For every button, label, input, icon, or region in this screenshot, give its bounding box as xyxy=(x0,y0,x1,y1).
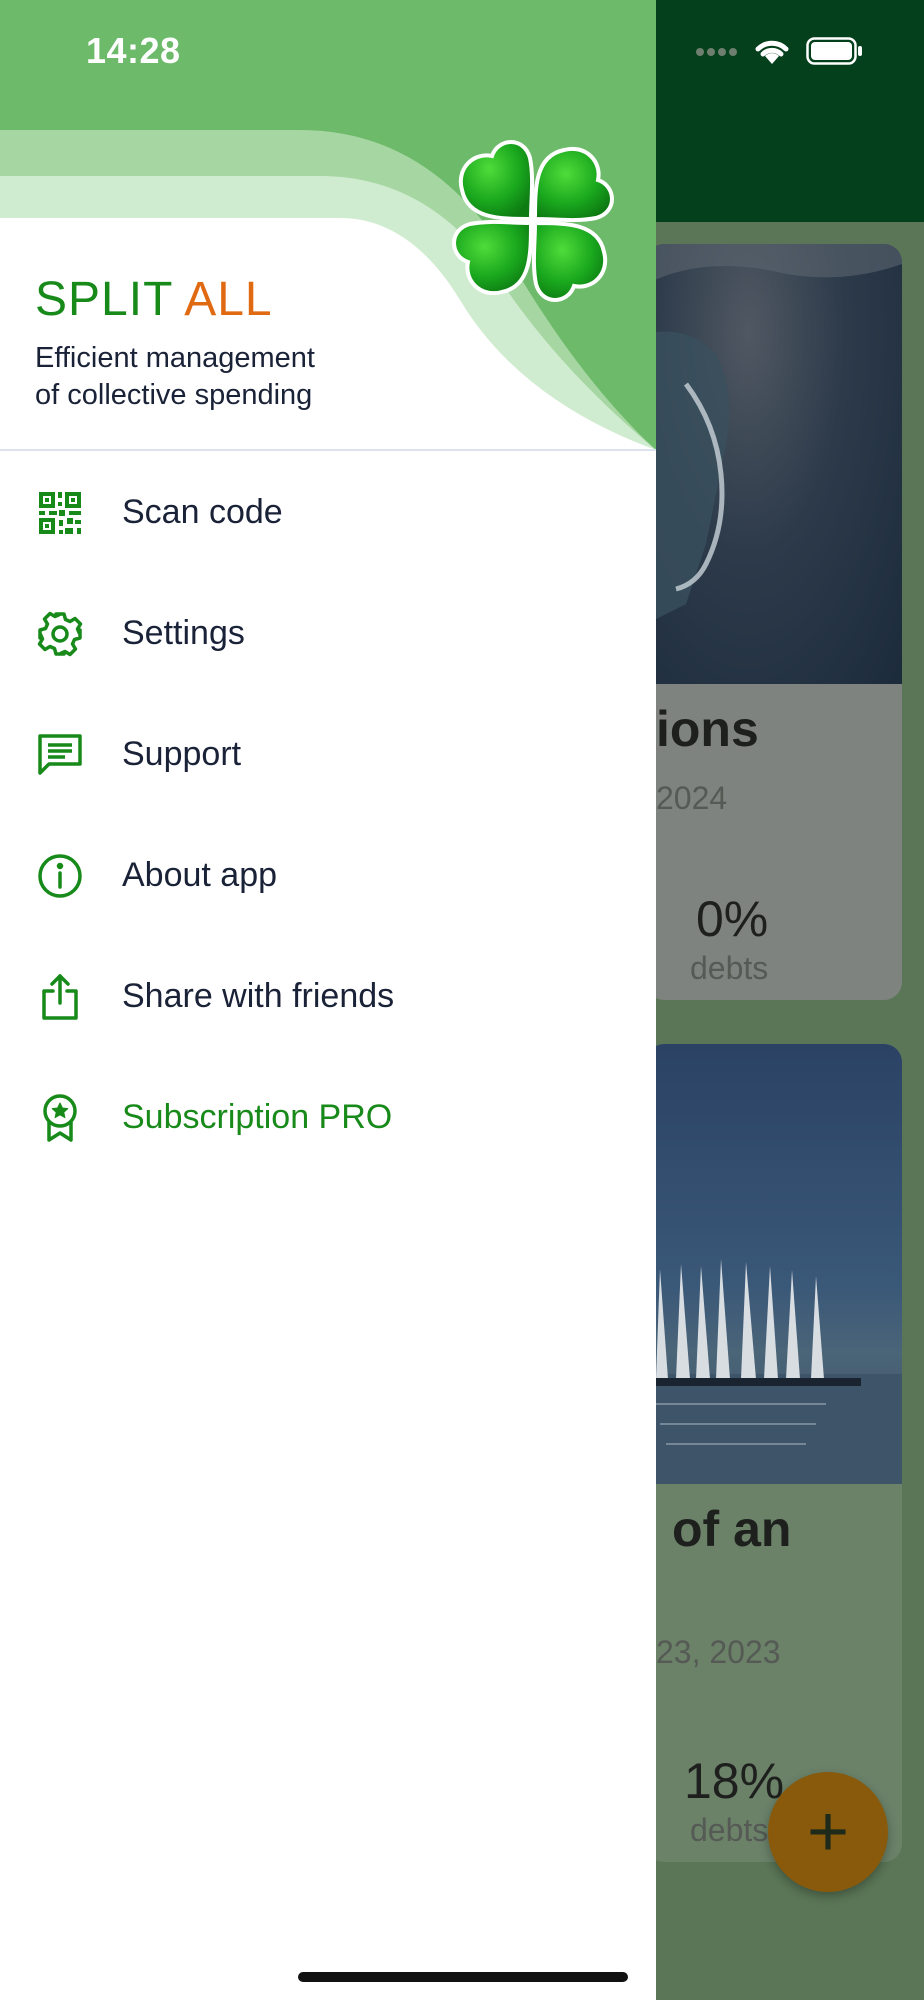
menu-item-scan-code[interactable]: Scan code xyxy=(0,452,656,573)
menu-label: Subscription PRO xyxy=(122,1098,393,1136)
menu-label: Scan code xyxy=(122,493,283,531)
drawer-header: 14:28 SPLIT ALL Efficient management of … xyxy=(0,0,656,450)
tagline-line-2: of collective spending xyxy=(35,379,313,411)
menu-item-support[interactable]: Support xyxy=(0,694,656,815)
event-photo xyxy=(646,1044,902,1484)
app-brand: SPLIT ALL xyxy=(35,272,273,327)
clover-logo xyxy=(440,128,626,319)
menu-item-subscription-pro[interactable]: Subscription PRO xyxy=(0,1057,656,1178)
wifi-icon xyxy=(752,36,792,71)
plus-icon: + xyxy=(806,1792,850,1872)
debts-percent: 0% xyxy=(696,891,769,947)
add-event-button[interactable]: + xyxy=(768,1772,888,1892)
debts-label: debts xyxy=(690,950,769,986)
signal-icon xyxy=(694,45,738,63)
debts-percent: 18% xyxy=(684,1753,785,1809)
home-indicator xyxy=(298,1972,628,1982)
qr-code-icon xyxy=(36,489,84,537)
event-photo xyxy=(646,244,902,684)
info-icon xyxy=(36,852,84,900)
share-icon xyxy=(36,973,84,1021)
debts-label: debts xyxy=(690,1812,769,1848)
gear-icon xyxy=(36,610,84,658)
tagline-line-1: Efficient management xyxy=(35,342,315,374)
header-divider xyxy=(0,449,656,451)
navigation-drawer: 14:28 SPLIT ALL Efficient management of … xyxy=(0,0,656,2000)
badge-icon xyxy=(36,1093,84,1142)
app-tagline: Efficient management of collective spend… xyxy=(35,340,315,414)
status-icons xyxy=(694,36,864,71)
event-card[interactable]: ions 2024 0% debts xyxy=(646,244,902,1000)
event-title: ions xyxy=(656,701,759,757)
event-date: 23, 2023 xyxy=(656,1634,781,1670)
menu-item-settings[interactable]: Settings xyxy=(0,573,656,694)
menu-label: Support xyxy=(122,735,242,773)
menu-label: Settings xyxy=(122,614,245,652)
status-time: 14:28 xyxy=(86,30,181,71)
event-date: 2024 xyxy=(656,780,728,816)
menu-label: About app xyxy=(122,856,278,894)
menu-item-share[interactable]: Share with friends xyxy=(0,936,656,1057)
event-title: of an xyxy=(672,1501,792,1557)
brand-split: SPLIT xyxy=(35,273,173,326)
chat-icon xyxy=(36,731,84,779)
menu-label: Share with friends xyxy=(122,977,395,1015)
brand-all: ALL xyxy=(184,273,273,326)
menu-item-about-app[interactable]: About app xyxy=(0,815,656,936)
event-card[interactable]: of an 23, 2023 18% debts xyxy=(646,1044,902,1862)
drawer-menu: Scan code Settings Support About app Sha… xyxy=(0,452,656,1178)
battery-icon xyxy=(806,37,864,70)
